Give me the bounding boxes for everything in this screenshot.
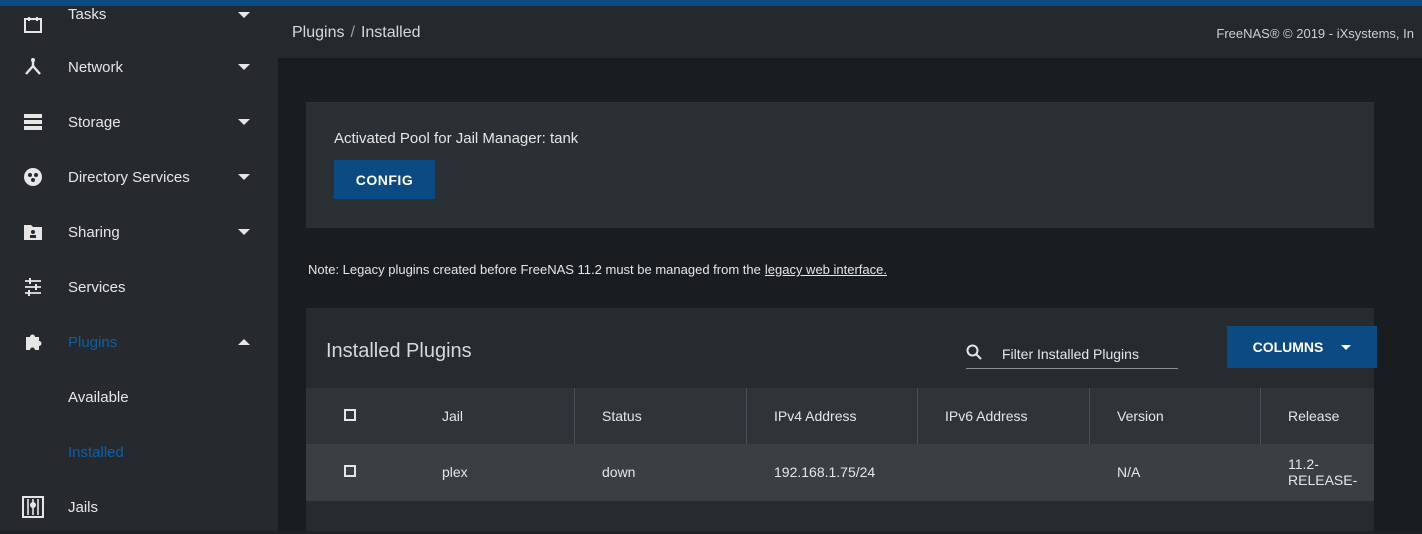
column-divider: [574, 388, 575, 444]
jail-icon: [22, 496, 44, 518]
cell-jail: plex: [442, 464, 468, 480]
sidebar-item-label: Network: [68, 58, 124, 76]
table-row[interactable]: plex down 192.168.1.75/24 N/A 11.2-RELEA…: [306, 444, 1374, 500]
select-all-checkbox[interactable]: [344, 409, 356, 421]
sidebar-item-label: Services: [68, 278, 126, 296]
table-header-row: Jail Status IPv4 Address IPv6 Address Ve…: [306, 388, 1374, 444]
filter-field: [966, 338, 1179, 369]
sidebar-item-tasks[interactable]: Tasks: [0, 0, 278, 42]
folder-share-icon: [22, 221, 44, 243]
config-button[interactable]: CONFIG: [334, 160, 435, 199]
sidebar-item-network[interactable]: Network: [0, 40, 278, 94]
column-header-status[interactable]: Status: [602, 388, 642, 444]
copyright-text: FreeNAS® © 2019 - iXsystems, In: [1216, 26, 1414, 41]
legacy-note-text: Note: Legacy plugins created before Free…: [308, 262, 761, 277]
row-divider: [306, 500, 1374, 501]
sidebar-item-label: Available: [68, 388, 129, 406]
installed-plugins-card: Installed Plugins COLUMNS Jail Status IP…: [306, 308, 1377, 531]
sidebar-item-services[interactable]: Services: [0, 260, 278, 314]
sidebar-item-sharing[interactable]: Sharing: [0, 205, 278, 259]
sidebar-item-label: Jails: [68, 498, 99, 516]
pool-card: Activated Pool for Jail Manager: tank CO…: [306, 102, 1374, 228]
breadcrumb-plugins[interactable]: Plugins: [292, 24, 344, 41]
cell-release: 11.2-RELEASE-: [1288, 456, 1358, 488]
chevron-down-icon: [238, 119, 250, 125]
calendar-icon: [22, 14, 44, 36]
pool-status-text: Activated Pool for Jail Manager: tank: [334, 130, 579, 147]
sidebar-item-label: Storage: [68, 113, 121, 131]
tune-icon: [22, 276, 44, 298]
chevron-down-icon: [238, 64, 250, 70]
column-header-release[interactable]: Release: [1288, 388, 1339, 444]
columns-button[interactable]: COLUMNS: [1227, 326, 1377, 368]
sidebar-item-available[interactable]: Available: [0, 370, 278, 424]
sidebar-item-jails[interactable]: Jails: [0, 480, 278, 534]
sidebar-item-plugins[interactable]: Plugins: [0, 315, 278, 369]
cell-status: down: [602, 464, 636, 480]
network-icon: [22, 56, 44, 78]
column-header-ipv4[interactable]: IPv4 Address: [774, 388, 857, 444]
breadcrumb: Plugins / Installed: [292, 24, 421, 42]
column-divider: [917, 388, 918, 444]
page-header: Plugins / Installed FreeNAS® © 2019 - iXsy…: [278, 6, 1422, 58]
sidebar-item-label: Directory Services: [68, 168, 190, 186]
column-divider: [1089, 388, 1090, 444]
row-checkbox[interactable]: [344, 465, 356, 477]
cell-version: N/A: [1117, 464, 1141, 480]
chevron-down-icon: [238, 12, 250, 18]
chevron-down-icon: [238, 229, 250, 235]
sidebar-item-label: Plugins: [68, 333, 118, 351]
legacy-web-interface-link[interactable]: legacy web interface.: [765, 262, 887, 277]
chevron-down-icon: [238, 174, 250, 180]
directory-services-icon: [22, 166, 44, 188]
sidebar-item-directory-services[interactable]: Directory Services: [0, 150, 278, 204]
chevron-up-icon: [238, 339, 250, 345]
column-header-ipv6[interactable]: IPv6 Address: [945, 388, 1028, 444]
column-divider: [746, 388, 747, 444]
columns-button-label: COLUMNS: [1252, 339, 1324, 355]
sidebar-item-label: Sharing: [68, 223, 120, 241]
sidebar-item-label: Tasks: [68, 6, 107, 23]
cell-ipv4: 192.168.1.75/24: [774, 464, 876, 480]
breadcrumb-installed: Installed: [360, 24, 421, 41]
column-header-jail[interactable]: Jail: [442, 388, 463, 444]
sidebar-item-storage[interactable]: Storage: [0, 95, 278, 149]
storage-icon: [22, 111, 44, 133]
filter-input[interactable]: [1000, 342, 1179, 366]
breadcrumb-separator: /: [350, 24, 355, 41]
search-icon: [966, 344, 982, 360]
legacy-note: Note: Legacy plugins created before Free…: [308, 262, 887, 277]
column-divider: [1260, 388, 1261, 444]
caret-down-icon: [1341, 344, 1352, 350]
puzzle-icon: [22, 331, 44, 353]
main-content: Plugins / Installed FreeNAS® © 2019 - iXsy…: [278, 6, 1422, 531]
table-title: Installed Plugins: [326, 340, 472, 362]
sidebar-item-installed[interactable]: Installed: [0, 425, 278, 479]
sidebar-item-label: Installed: [68, 443, 124, 461]
sidebar: Tasks Network Storage Directory Services…: [0, 6, 278, 531]
column-header-version[interactable]: Version: [1117, 388, 1164, 444]
